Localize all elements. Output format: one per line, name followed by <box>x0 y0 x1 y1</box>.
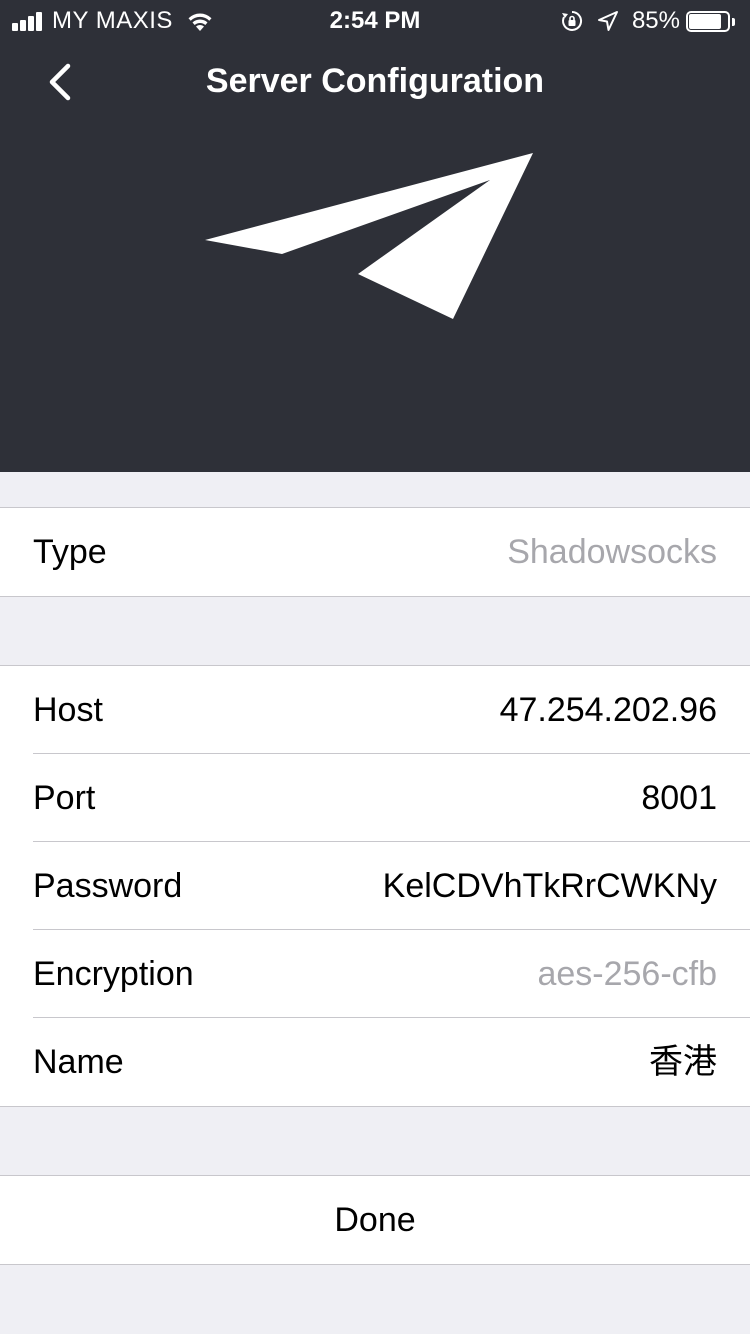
orientation-lock-icon <box>561 10 582 31</box>
done-button[interactable]: Done <box>0 1176 750 1264</box>
host-value: 47.254.202.96 <box>499 691 717 729</box>
name-value: 香港 <box>649 1043 717 1081</box>
password-value: KelCDVhTkRrCWKNy <box>382 867 717 905</box>
done-section: Done <box>0 1175 750 1265</box>
type-value: Shadowsocks <box>507 533 717 571</box>
server-section: Host 47.254.202.96 Port 8001 Password Ke… <box>0 665 750 1107</box>
password-label: Password <box>33 867 183 905</box>
name-label: Name <box>33 1043 124 1081</box>
encryption-label: Encryption <box>33 955 194 993</box>
paper-plane-logo <box>205 153 533 319</box>
battery-icon <box>686 9 736 33</box>
status-bar: MY MAXIS 2:54 PM 85% <box>0 0 750 40</box>
encryption-value: aes-256-cfb <box>537 955 717 993</box>
password-row[interactable]: Password KelCDVhTkRrCWKNy <box>0 842 750 930</box>
host-row[interactable]: Host 47.254.202.96 <box>0 666 750 754</box>
port-label: Port <box>33 779 96 817</box>
type-label: Type <box>33 533 107 571</box>
name-row[interactable]: Name 香港 <box>0 1018 750 1106</box>
header-banner: MY MAXIS 2:54 PM 85% Server Configuratio… <box>0 0 750 472</box>
port-row[interactable]: Port 8001 <box>0 754 750 842</box>
page-title: Server Configuration <box>205 62 545 100</box>
port-value: 8001 <box>641 779 717 817</box>
type-row[interactable]: Type Shadowsocks <box>0 508 750 596</box>
battery-percentage: 85% <box>631 7 680 34</box>
host-label: Host <box>33 691 103 729</box>
status-right: 85% <box>560 7 736 35</box>
type-section: Type Shadowsocks <box>0 507 750 597</box>
location-arrow-icon <box>597 11 618 31</box>
encryption-row[interactable]: Encryption aes-256-cfb <box>0 930 750 1018</box>
